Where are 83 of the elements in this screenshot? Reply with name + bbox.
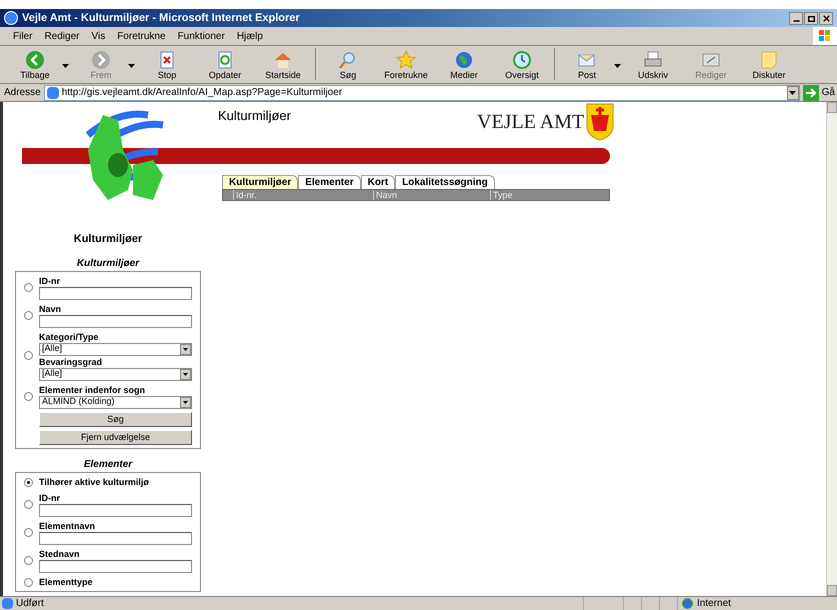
house-icon	[273, 50, 293, 70]
form-button[interactable]: Fjern udvælgelse	[39, 430, 192, 444]
radio-button[interactable]	[24, 578, 33, 586]
toolbar-button[interactable]: Søg	[319, 50, 377, 81]
dropdown-caret-icon	[128, 62, 136, 68]
menu-item[interactable]: Foretrukne	[111, 28, 172, 44]
minimize-icon	[792, 20, 800, 22]
select-field[interactable]: [Alle]	[39, 368, 192, 380]
address-label: Adresse	[4, 86, 41, 100]
sidebar-heading: Kulturmiljøer	[74, 232, 142, 247]
tab[interactable]: Kulturmiljøer	[222, 175, 298, 189]
tab[interactable]: Kort	[360, 175, 396, 189]
status-text: Udført	[16, 597, 44, 610]
brand-name: VEJLE AMT	[477, 110, 584, 135]
toolbar-button[interactable]: Medier	[435, 50, 493, 81]
toolbar-button[interactable]: Oversigt	[493, 50, 551, 81]
toolbar-button[interactable]: Diskuter	[740, 50, 798, 81]
input-field[interactable]	[39, 314, 192, 328]
go-button[interactable]: Gå	[802, 84, 837, 100]
toolbar-button[interactable]: Post	[558, 50, 624, 81]
radio-button[interactable]	[24, 351, 33, 360]
menu-item[interactable]: Vis	[85, 28, 112, 44]
menu-item[interactable]: Filer	[7, 28, 38, 44]
tab[interactable]: Lokalitetssøgning	[395, 175, 495, 189]
minimize-button[interactable]	[789, 12, 803, 24]
select-field[interactable]: ALMIND (Kolding)	[39, 396, 192, 408]
field-label: Elementtype	[39, 576, 94, 588]
address-field[interactable]: http://gis.vejleamt.dk/ArealInfo/AI_Map.asp?Page=Kulturmiljoer	[44, 84, 800, 100]
section-title: Kulturmiljøer	[76, 256, 140, 270]
toolbar-button[interactable]: Stop	[138, 50, 196, 81]
dropdown-caret-icon	[614, 62, 622, 68]
column-header: Type	[490, 190, 609, 200]
globe-icon	[454, 50, 474, 70]
field-label: Stednavn	[39, 548, 81, 560]
toolbar-button[interactable]: Startside	[254, 50, 312, 81]
field-label: Elementer indenfor sogn	[39, 384, 146, 396]
menu-item[interactable]: Funktioner	[172, 28, 231, 44]
field-label: Navn	[39, 302, 62, 314]
window-title: Vejle Amt - Kulturmiljøer - Microsoft Internet Explorer	[22, 10, 300, 26]
radio-button[interactable]	[24, 528, 33, 537]
globe-icon	[682, 598, 693, 609]
radio-button[interactable]	[24, 392, 33, 400]
tab[interactable]: Elementer	[298, 175, 361, 189]
input-field[interactable]	[39, 532, 192, 545]
browser-icon	[4, 11, 18, 25]
page-title: Kulturmiljøer	[218, 107, 291, 125]
option-label: Tilhører aktive kulturmiljø	[39, 476, 150, 489]
field-label: Kategori/Type	[39, 330, 100, 342]
zone-label: Internet	[697, 597, 731, 610]
form-button[interactable]: Søg	[39, 412, 192, 426]
toolbar-button[interactable]: Tilbage	[6, 50, 72, 81]
coat-of-arms-icon	[586, 103, 614, 141]
field-label: ID-nr	[39, 492, 61, 504]
field-label: Bevaringsgrad	[39, 356, 104, 368]
column-header: Id-nr.	[233, 190, 373, 200]
restore-button[interactable]	[804, 12, 818, 24]
scrollbar[interactable]	[826, 102, 837, 596]
history-icon	[512, 50, 532, 70]
menu-item[interactable]: Rediger	[38, 28, 86, 44]
toolbar-button[interactable]: Foretrukne	[377, 50, 435, 81]
radio-button[interactable]	[24, 500, 33, 509]
field-label: ID-nr	[39, 274, 61, 286]
section-title: Elementer	[84, 458, 132, 472]
radio-button[interactable]	[24, 556, 33, 565]
page-icon	[2, 598, 13, 609]
input-field[interactable]	[39, 504, 192, 517]
radio-button[interactable]	[24, 282, 33, 292]
note-icon	[759, 50, 779, 70]
menu-item[interactable]: Hjælp	[230, 28, 269, 44]
column-header: Navn	[373, 190, 490, 200]
star-icon	[396, 50, 416, 70]
radio-button[interactable]	[24, 310, 33, 320]
close-icon	[820, 12, 832, 24]
toolbar-button[interactable]: Opdater	[196, 50, 254, 81]
input-field[interactable]	[39, 560, 192, 573]
field-label: Elementnavn	[39, 520, 96, 532]
toolbar-button[interactable]: Udskriv	[624, 50, 682, 81]
dropdown-caret-icon	[62, 62, 70, 68]
page-icon	[46, 86, 59, 98]
input-field[interactable]	[39, 286, 192, 300]
close-button[interactable]	[819, 12, 833, 24]
radio-button[interactable]	[24, 478, 33, 487]
select-field[interactable]: [Alle]	[39, 342, 192, 356]
